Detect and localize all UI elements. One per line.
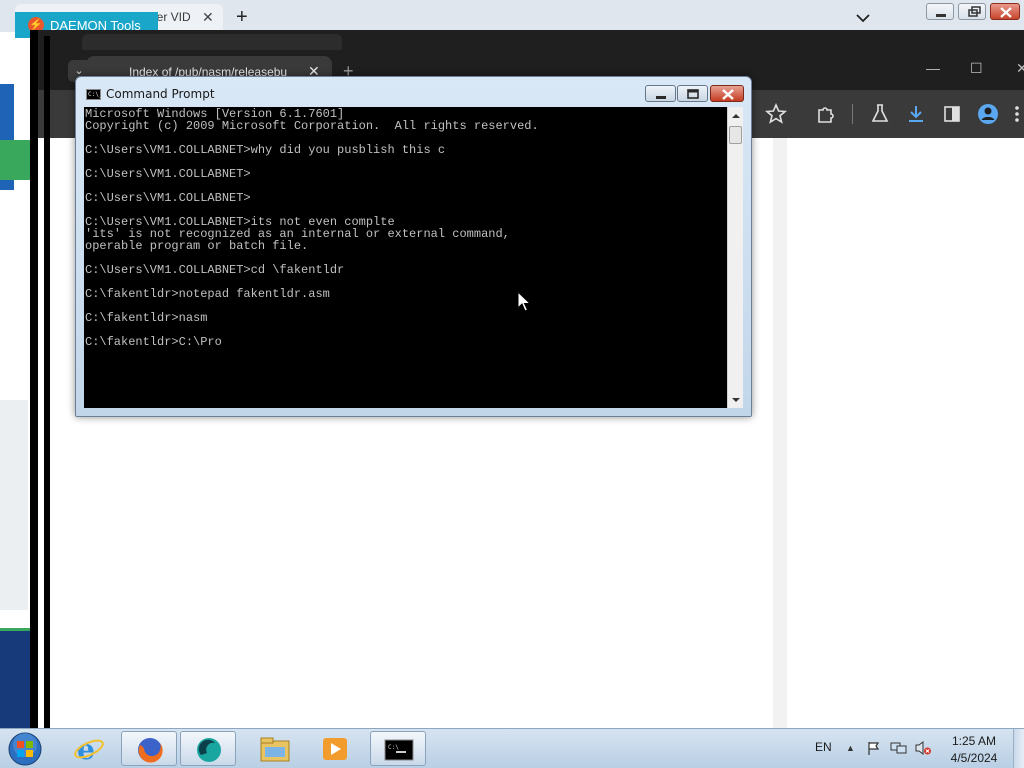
side-panel-icon[interactable] — [940, 102, 964, 126]
window-title: Command Prompt — [106, 87, 215, 101]
console-output[interactable]: Microsoft Windows [Version 6.1.7601] Copy… — [84, 107, 727, 408]
taskbar-firefox[interactable] — [121, 731, 177, 766]
background-page-stripe — [0, 140, 30, 180]
command-prompt-window[interactable]: C:\_ Command Prompt Microsoft Windows [V… — [75, 76, 752, 417]
console-line: C:\fakentldr>C:\Pro — [85, 335, 222, 349]
download-icon[interactable] — [904, 102, 928, 126]
console-line: C:\Users\VM1.COLLABNET> — [85, 191, 251, 205]
console-line: Copyright (c) 2009 Microsoft Corporation… — [85, 119, 539, 133]
mouse-pointer-icon — [517, 290, 532, 318]
close-icon[interactable]: ✕ — [1016, 60, 1024, 77]
taskbar-media-player[interactable] — [307, 731, 363, 766]
action-center-flag-icon[interactable] — [866, 740, 882, 761]
volume-muted-icon[interactable] — [914, 740, 932, 761]
close-button[interactable] — [710, 85, 744, 102]
vertical-scrollbar[interactable] — [727, 107, 743, 408]
restore-button[interactable] — [958, 3, 986, 20]
toolbar-divider — [852, 104, 853, 124]
scroll-up-arrow-icon[interactable] — [728, 109, 744, 121]
taskbar-daemon-tools[interactable] — [180, 731, 236, 766]
window-border — [30, 30, 38, 728]
start-button[interactable] — [6, 731, 44, 767]
clock-date[interactable]: 4/5/2024 — [944, 751, 1004, 765]
bookmark-star-icon[interactable] — [764, 102, 788, 126]
close-button[interactable] — [990, 3, 1020, 20]
extensions-icon[interactable] — [814, 102, 838, 126]
taskbar-file-explorer[interactable] — [247, 731, 303, 766]
profile-avatar-icon[interactable] — [976, 102, 1000, 126]
show-desktop-button[interactable] — [1013, 729, 1024, 768]
console-line: C:\Users\VM1.COLLABNET>why did you pusbl… — [85, 143, 446, 157]
scroll-thumb[interactable] — [729, 126, 742, 144]
background-page-footer — [0, 628, 30, 728]
minimize-button[interactable] — [926, 3, 954, 20]
chrome-tab-ghost — [82, 34, 342, 50]
maximize-button[interactable] — [677, 85, 708, 102]
labs-flask-icon[interactable] — [868, 102, 892, 126]
show-hidden-icons-icon[interactable]: ▲ — [846, 743, 855, 753]
network-icon[interactable] — [890, 740, 908, 761]
scroll-down-arrow-icon[interactable] — [728, 393, 744, 405]
console-line: operable program or batch file. — [85, 239, 309, 253]
minimize-icon[interactable]: — — [926, 60, 940, 76]
menu-kebab-icon[interactable] — [1010, 102, 1024, 126]
cmd-app-icon: C:\_ — [86, 89, 103, 100]
new-tab-button[interactable]: + — [236, 6, 248, 29]
chevron-down-icon[interactable] — [856, 10, 870, 28]
taskbar-internet-explorer[interactable]: e — [61, 731, 117, 766]
close-icon[interactable]: ✕ — [202, 9, 214, 26]
console-line: C:\fakentldr>nasm — [85, 311, 208, 325]
svg-text:C:\: C:\ — [388, 744, 399, 751]
taskbar-command-prompt[interactable]: C:\ — [370, 731, 426, 766]
console-line: C:\Users\VM1.COLLABNET> — [85, 167, 251, 181]
clock-time[interactable]: 1:25 AM — [944, 734, 1004, 748]
window-border — [44, 36, 50, 728]
background-page-panel — [0, 400, 28, 610]
console-text: Microsoft Windows [Version 6.1.7601] Copy… — [85, 108, 539, 348]
language-indicator[interactable]: EN — [815, 740, 832, 754]
taskbar: e C:\ EN ▲ 1:25 AM 4/5/2024 — [0, 728, 1024, 768]
console-line: C:\fakentldr>notepad fakentldr.asm — [85, 287, 330, 301]
maximize-icon[interactable]: ☐ — [970, 60, 983, 77]
chrome-page-scrollbar[interactable] — [773, 138, 787, 728]
console-line: C:\Users\VM1.COLLABNET>cd \fakentldr — [85, 263, 345, 277]
minimize-button[interactable] — [645, 85, 676, 102]
